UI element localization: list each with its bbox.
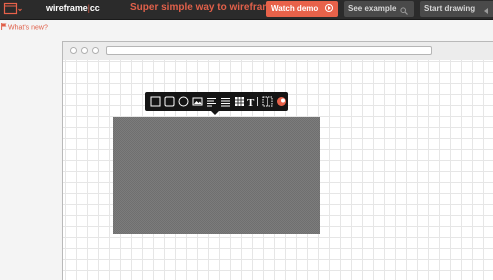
element-toolbar: T: [145, 92, 288, 115]
color-tool-icon[interactable]: [276, 96, 287, 107]
tagline: Super simple way to wireframe: [130, 2, 277, 13]
image-placeholder[interactable]: [113, 117, 320, 234]
window-minimize-icon[interactable]: [81, 47, 88, 54]
rounded-box-tool-icon[interactable]: [164, 96, 175, 107]
dotted-box-tool-icon[interactable]: [262, 96, 273, 107]
window-maximize-icon[interactable]: [92, 47, 99, 54]
box-tool-icon[interactable]: [150, 96, 161, 107]
browser-chrome: [63, 42, 493, 61]
paragraph-tool-icon[interactable]: [206, 96, 217, 107]
image-tool-icon[interactable]: [192, 96, 203, 107]
start-drawing-button[interactable]: Start drawing: [420, 1, 493, 17]
window-menu-icon[interactable]: [3, 2, 23, 17]
whats-new-label: What's new?: [8, 24, 48, 32]
flag-icon: [1, 23, 7, 32]
play-icon: [325, 4, 333, 12]
circle-tool-icon[interactable]: [178, 96, 189, 107]
arrow-left-icon: [482, 5, 490, 21]
logo[interactable]: wireframe|cc: [46, 3, 100, 13]
see-example-button[interactable]: See example: [344, 1, 414, 17]
watch-demo-button[interactable]: Watch demo: [266, 1, 338, 17]
address-bar[interactable]: [106, 46, 432, 55]
text-tool-icon[interactable]: T: [247, 96, 260, 107]
search-icon: [400, 5, 408, 21]
list-tool-icon[interactable]: [220, 96, 231, 107]
see-example-label: See example: [348, 4, 397, 13]
start-drawing-label: Start drawing: [424, 4, 476, 13]
logo-tld: cc: [89, 3, 100, 13]
watch-demo-label: Watch demo: [271, 4, 319, 13]
window-close-icon[interactable]: [70, 47, 77, 54]
logo-main: wireframe: [46, 3, 88, 13]
table-tool-icon[interactable]: [234, 96, 245, 107]
whats-new-link[interactable]: What's new?: [1, 23, 48, 32]
text-tool-glyph: T: [247, 97, 255, 107]
top-bar: wireframe|cc Super simple way to wirefra…: [0, 0, 493, 20]
